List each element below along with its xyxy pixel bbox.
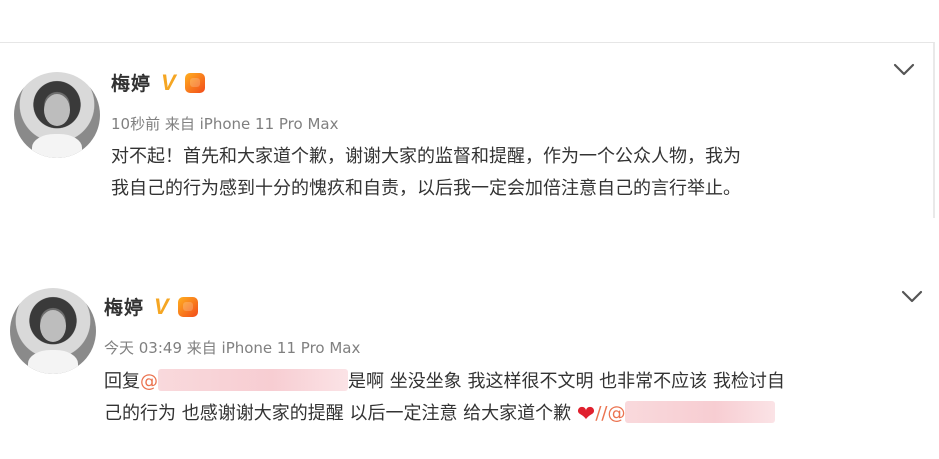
blurred-username [158,369,348,391]
username[interactable]: 梅婷 [104,293,144,320]
content-line: 对不起！首先和大家道个歉，谢谢大家的监督和提醒，作为一个公众人物，我为 [111,146,741,167]
reply-prefix: 回复 [104,371,140,392]
avatar[interactable] [14,72,100,158]
verified-icon: V [161,69,176,95]
heart-emoji: ❤ [576,402,596,427]
name-row: 梅婷 V [111,69,205,96]
chevron-down-icon[interactable] [893,63,915,77]
post-meta: 今天 03:49 来自 iPhone 11 Pro Max [104,339,361,357]
chevron-down-icon[interactable] [901,290,923,304]
post-meta: 10秒前 来自 iPhone 11 Pro Max [111,115,339,133]
member-badge-icon[interactable] [177,296,198,317]
verified-icon: V [154,293,169,319]
avatar-shirt [32,134,82,158]
avatar-face [40,310,66,342]
content-line: 己的行为 也感谢谢大家的提醒 以后一定注意 给大家道个歉 ❤//@ [104,398,919,431]
avatar-face [44,94,70,126]
avatar-shirt [28,350,78,374]
reply-text: 是啊 坐没坐象 我这样很不文明 也非常不应该 我检讨自 [348,371,785,392]
username[interactable]: 梅婷 [111,69,151,96]
reply-text-line2: 己的行为 也感谢谢大家的提醒 以后一定注意 给大家道个歉 [104,403,572,424]
content-line: 回复@ 是啊 坐没坐象 我这样很不文明 也非常不应该 我检讨自 [104,366,919,398]
weibo-post-2: 梅婷 V 今天 03:49 来自 iPhone 11 Pro Max 回复@ 是啊… [0,278,933,459]
repost-mention-link[interactable]: //@ [595,401,776,424]
mention-link[interactable]: @ [140,369,348,392]
avatar[interactable] [10,288,96,374]
weibo-post-1: 梅婷 V 10秒前 来自 iPhone 11 Pro Max 对不起！首先和大家… [0,42,935,218]
post-content: 对不起！首先和大家道个歉，谢谢大家的监督和提醒，作为一个公众人物，我为 我自己的… [111,141,911,205]
member-badge-icon[interactable] [184,72,205,93]
name-row: 梅婷 V [104,293,198,320]
post-content: 回复@ 是啊 坐没坐象 我这样很不文明 也非常不应该 我检讨自 己的行为 也感谢谢… [104,366,919,431]
content-line: 我自己的行为感到十分的愧疚和自责，以后我一定会加倍注意自己的言行举止。 [111,178,741,199]
blurred-username [625,401,776,423]
